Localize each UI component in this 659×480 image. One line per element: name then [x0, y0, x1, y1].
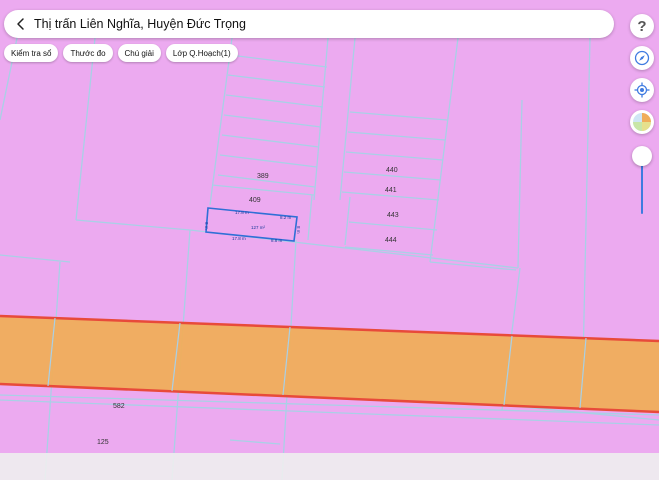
parcel-label-443: 443: [387, 212, 399, 219]
bottom-bar: [0, 453, 659, 480]
parcel-label-389: 389: [257, 173, 269, 180]
compass-button[interactable]: [630, 46, 654, 70]
help-icon: ?: [637, 17, 647, 35]
dim-bottom-right: 8.8 m: [271, 238, 283, 243]
dim-right-side: 8 m: [296, 226, 301, 234]
locate-icon: [634, 82, 650, 98]
slider-thumb[interactable]: [632, 146, 652, 166]
opacity-slider[interactable]: [630, 140, 654, 220]
map-layer-icon: [633, 113, 651, 131]
planning-layer-button[interactable]: Lớp Q.Hoạch(1): [165, 44, 238, 62]
dim-left-side: 8 m: [204, 222, 209, 230]
toolbar-chips: Kiểm tra sổ Thước đo Chú giải Lớp Q.Hoạc…: [4, 44, 238, 62]
dim-right-top: 8.2 m: [280, 215, 292, 220]
check-certificate-button[interactable]: Kiểm tra sổ: [4, 44, 59, 62]
parcel-area-label: 127 m²: [251, 225, 266, 230]
parcel-label-409: 409: [249, 197, 261, 204]
ruler-button[interactable]: Thước đo: [63, 44, 113, 62]
parcel-label-582: 582: [113, 403, 125, 410]
parcel-label-125: 125: [97, 439, 109, 446]
compass-icon: [634, 50, 650, 66]
parcel-label-444: 444: [385, 237, 397, 244]
dim-top-edge: 17.8 m: [235, 210, 249, 215]
legend-button[interactable]: Chú giải: [117, 44, 161, 62]
chevron-left-icon[interactable]: [8, 10, 34, 38]
parcel-label-440: 440: [386, 167, 398, 174]
locate-button[interactable]: [630, 78, 654, 102]
dim-bottom-left: 17.8 m: [232, 236, 246, 241]
map-canvas[interactable]: 17.8 m 8.2 m 127 m² 17.8 m 8.8 m 8 m 8 m…: [0, 0, 659, 480]
map-layer-button[interactable]: [630, 110, 654, 134]
location-title: Thị trấn Liên Nghĩa, Huyện Đức Trọng: [34, 17, 246, 31]
help-button[interactable]: ?: [630, 14, 654, 38]
parcel-label-441: 441: [385, 187, 397, 194]
search-bar[interactable]: Thị trấn Liên Nghĩa, Huyện Đức Trọng: [4, 10, 614, 38]
